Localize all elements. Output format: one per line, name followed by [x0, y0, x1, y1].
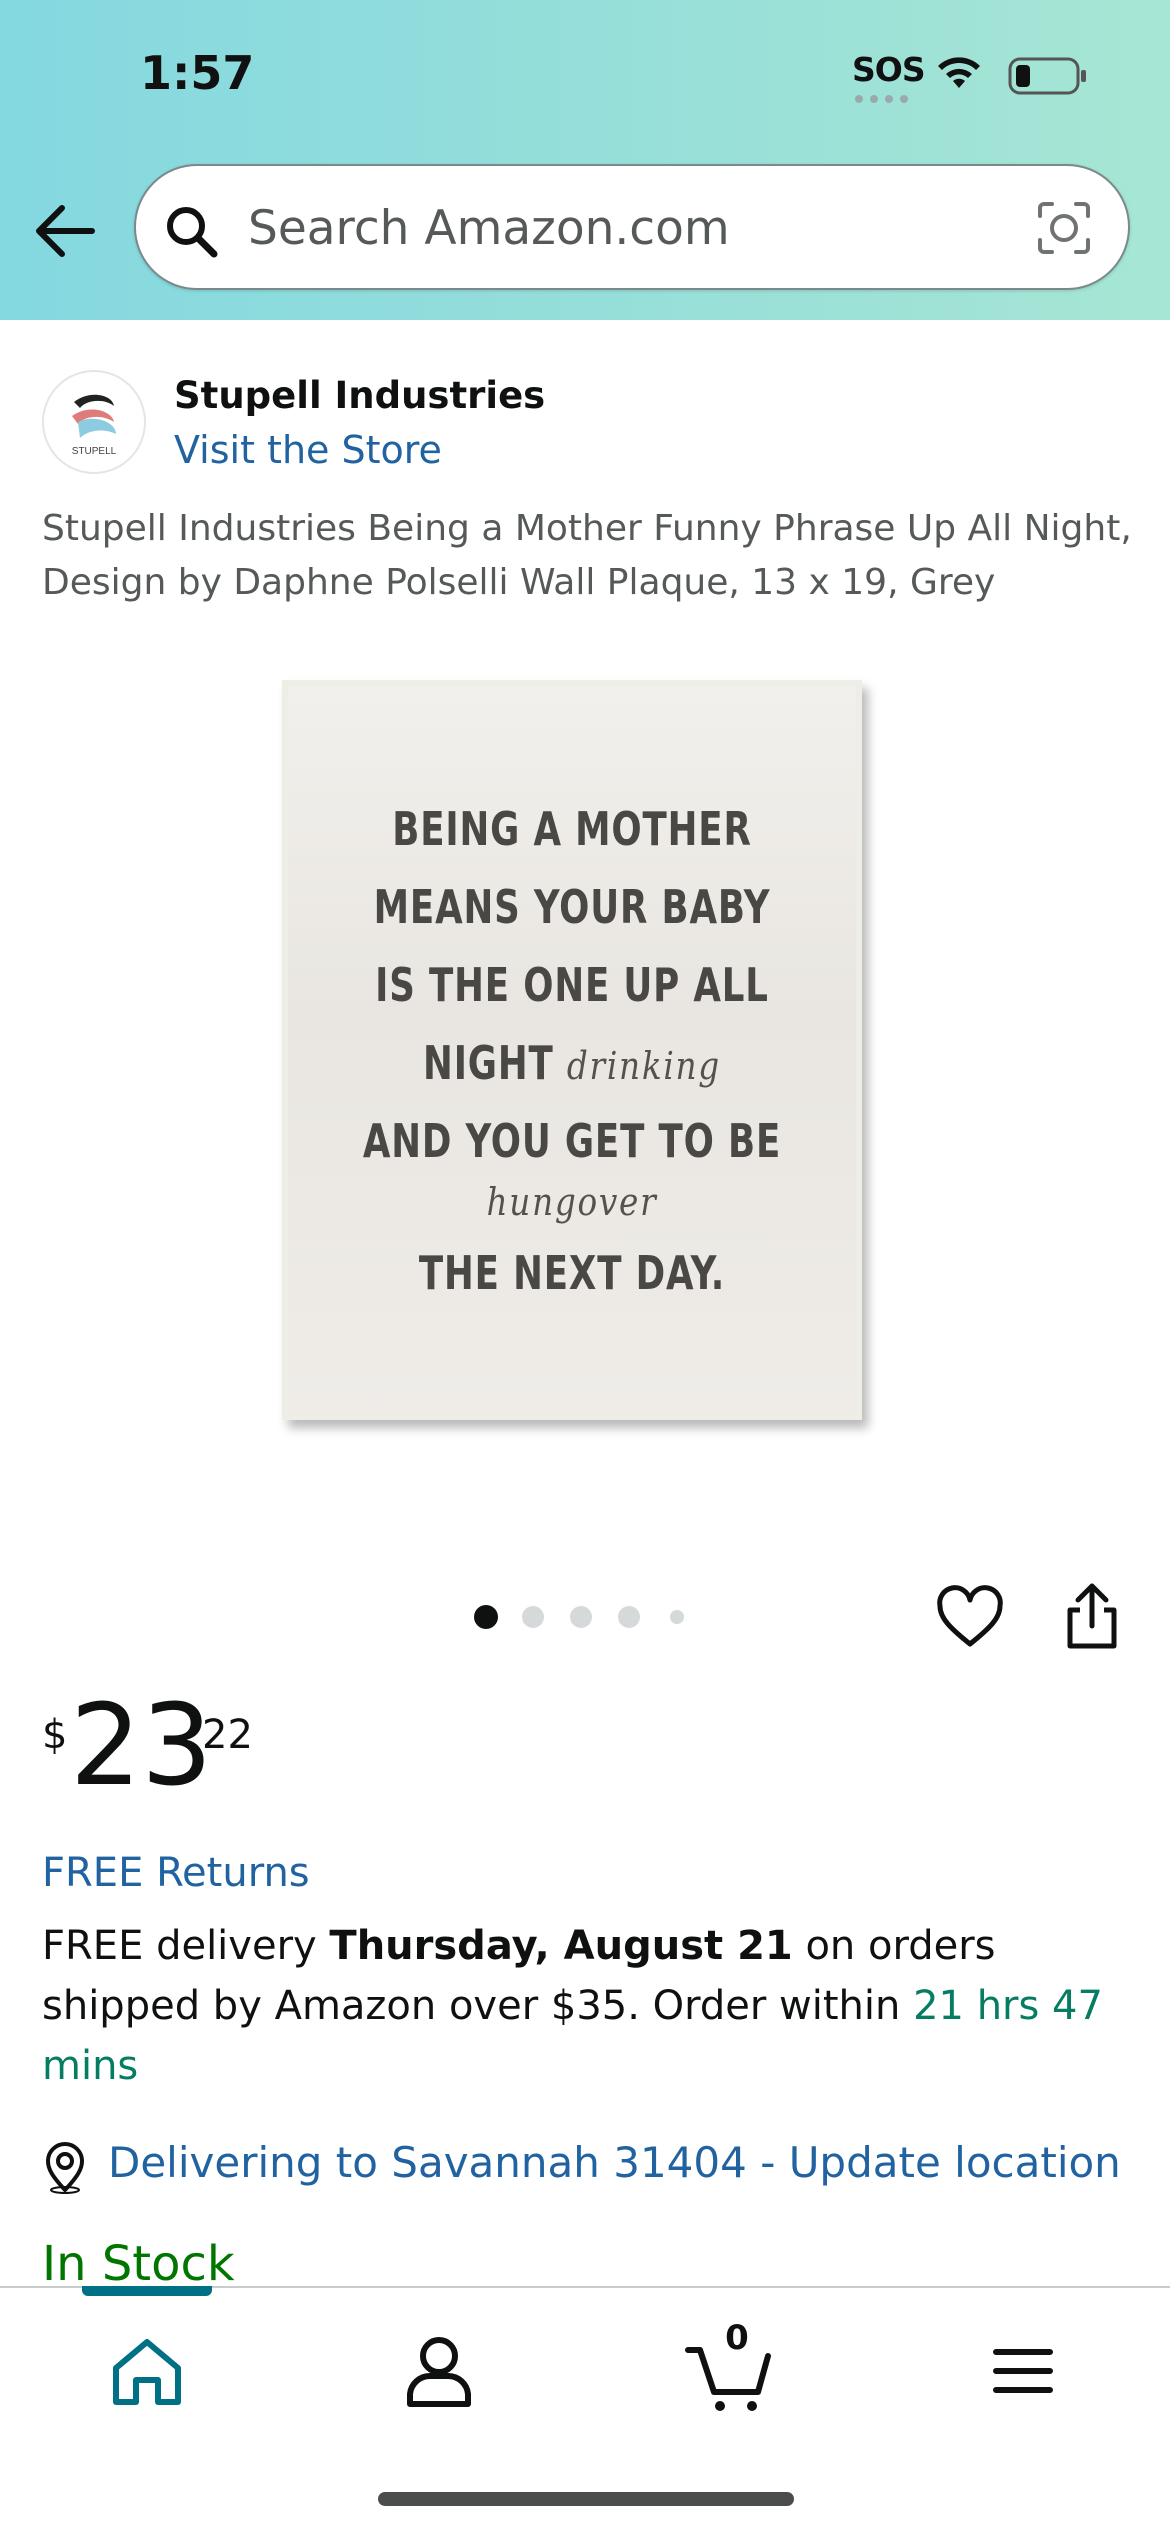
share-icon[interactable] — [1056, 1580, 1128, 1652]
carousel-dot[interactable] — [670, 1610, 684, 1624]
home-indicator — [378, 2492, 794, 2506]
sos-indicator: SOS — [852, 50, 926, 89]
plaque-text-line: NIGHT drinking — [323, 1036, 822, 1090]
home-icon[interactable] — [102, 2326, 192, 2416]
menu-icon[interactable] — [978, 2326, 1068, 2416]
search-icon — [167, 207, 218, 258]
update-location-link[interactable]: Delivering to Savannah 31404 - Update lo… — [108, 2138, 1121, 2187]
account-icon[interactable] — [394, 2326, 484, 2416]
price-whole: 23 — [70, 1681, 213, 1811]
battery-icon — [1008, 57, 1086, 95]
product-image[interactable]: BEING A MOTHER MEANS YOUR BABY IS THE ON… — [282, 680, 872, 1420]
wifi-icon — [938, 57, 980, 88]
plaque-text-line: MEANS YOUR BABY — [373, 880, 771, 934]
delivery-prefix: FREE delivery — [42, 1923, 330, 1969]
nav-active-indicator — [82, 2286, 212, 2296]
heart-icon[interactable] — [934, 1582, 1006, 1654]
stock-status: In Stock — [42, 2236, 235, 2292]
header: 1:57 SOS — [0, 0, 1170, 320]
price-fraction: 22 — [202, 1712, 253, 1758]
visit-store-link[interactable]: Visit the Store — [174, 428, 442, 472]
delivery-date: Thursday, August 21 — [329, 1923, 793, 1969]
plaque-text-line: BEING A MOTHER — [392, 802, 752, 856]
store-name[interactable]: Stupell Industries — [174, 374, 545, 417]
carousel-dot[interactable] — [474, 1605, 498, 1629]
product-title: Stupell Industries Being a Mother Funny … — [42, 508, 1132, 603]
cart-count: 0 — [725, 2318, 749, 2358]
carousel-dot[interactable] — [570, 1606, 592, 1628]
arrow-left-icon[interactable] — [30, 196, 100, 266]
carousel-dot[interactable] — [522, 1606, 544, 1628]
store-logo[interactable]: STUPELL — [42, 370, 146, 474]
svg-text:STUPELL: STUPELL — [72, 446, 117, 457]
carousel-dot[interactable] — [618, 1606, 640, 1628]
wall-plaque-image: BEING A MOTHER MEANS YOUR BABY IS THE ON… — [282, 680, 862, 1420]
plaque-text-line: AND YOU GET TO BE — [362, 1114, 782, 1168]
product-page: 1:57 SOS Search Amazon.com STUPELL Stupe… — [0, 0, 1170, 2532]
plaque-text-night: NIGHT — [423, 1036, 554, 1090]
plaque-text-line: IS THE ONE UP ALL — [375, 958, 769, 1012]
free-returns-link[interactable]: FREE Returns — [42, 1850, 310, 1896]
plaque-text-line: THE NEXT DAY. — [418, 1246, 726, 1300]
delivery-info: FREE delivery Thursday, August 21 on ord… — [42, 1916, 1132, 2096]
status-time: 1:57 — [140, 46, 255, 100]
plaque-script-word: hungover — [486, 1180, 658, 1224]
bottom-nav: 0 — [0, 2286, 1170, 2532]
stupell-logo-icon: STUPELL — [72, 394, 117, 457]
price-symbol: $ — [42, 1712, 68, 1758]
search-bar[interactable] — [134, 164, 1130, 290]
location-pin-icon — [46, 2142, 84, 2194]
camera-lens-icon[interactable] — [1036, 200, 1092, 256]
sos-dots-icon — [855, 95, 908, 103]
cart-button[interactable]: 0 — [684, 2318, 774, 2416]
plaque-script-word: drinking — [566, 1044, 721, 1088]
search-input[interactable] — [246, 192, 970, 264]
